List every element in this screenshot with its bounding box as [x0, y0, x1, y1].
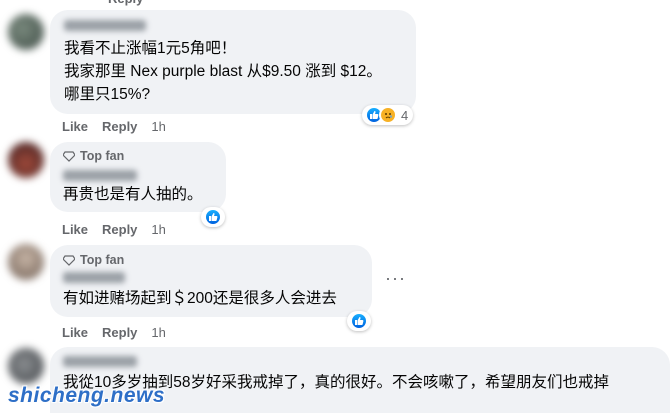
comment-text: 再贵也是有人抽的。	[63, 186, 203, 203]
comment-actions: Like Reply 1h	[62, 222, 166, 237]
reply-button[interactable]: Reply	[102, 119, 137, 134]
commenter-name[interactable]	[63, 272, 125, 283]
reply-button[interactable]: Reply	[102, 325, 137, 340]
reply-button[interactable]: Reply	[108, 0, 143, 6]
comment-actions: Like Reply 1h	[62, 325, 166, 340]
timestamp[interactable]: 1h	[151, 119, 165, 134]
timestamp[interactable]: 1h	[151, 325, 165, 340]
avatar[interactable]	[8, 244, 44, 280]
diamond-icon	[63, 254, 75, 266]
reply-button[interactable]: Reply	[102, 222, 137, 237]
commenter-name[interactable]	[63, 356, 137, 367]
sad-reaction-icon	[379, 106, 397, 124]
more-options-icon[interactable]: ···	[385, 268, 406, 289]
avatar[interactable]	[8, 142, 44, 178]
avatar[interactable]	[8, 14, 44, 50]
reactions-summary[interactable]: 4	[362, 105, 414, 125]
top-fan-badge: Top fan	[63, 149, 124, 163]
like-button[interactable]: Like	[62, 222, 88, 237]
reactions-summary[interactable]	[347, 311, 371, 331]
reactions-summary[interactable]	[201, 207, 225, 227]
top-fan-label: Top fan	[80, 149, 125, 163]
commenter-name[interactable]	[63, 170, 137, 181]
comment-text-line: 我家那里 Nex purple blast 从$9.50 涨到 $12。	[64, 63, 382, 80]
reaction-count: 4	[401, 107, 409, 123]
diamond-icon	[63, 150, 75, 162]
comment-text-line: 哪里只15%?	[64, 86, 151, 103]
watermark: shicheng.news	[8, 384, 166, 407]
comment-text-line: 我看不止涨幅1元5角吧！	[64, 40, 237, 57]
like-button[interactable]: Like	[62, 325, 88, 340]
comment-0-actions: Reply	[108, 0, 143, 6]
comment-text: 有如进赌场起到＄200还是很多人会进去	[63, 290, 337, 307]
timestamp[interactable]: 1h	[151, 222, 165, 237]
avatar[interactable]	[8, 348, 44, 384]
comment-actions: Like Reply 1h	[62, 119, 166, 134]
top-fan-badge: Top fan	[63, 253, 124, 267]
like-reaction-icon	[350, 312, 368, 330]
commenter-name[interactable]	[64, 20, 146, 31]
like-button[interactable]: Like	[62, 119, 88, 134]
like-reaction-icon	[204, 208, 222, 226]
top-fan-label: Top fan	[80, 253, 125, 267]
